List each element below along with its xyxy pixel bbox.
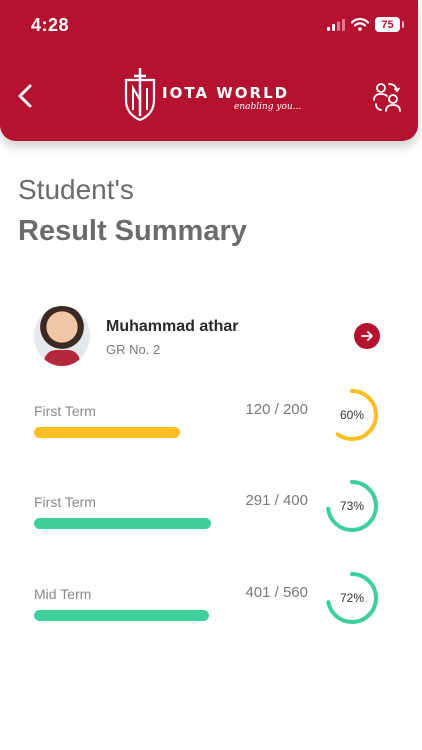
page-title-line2: Result Summary [18,215,247,247]
percent-ring: 60% [324,387,380,443]
student-card[interactable]: Muhammad athar GR No. 2 [34,306,384,368]
progress-bar [34,610,304,621]
result-row[interactable]: First Term 120 / 200 60% [34,389,384,467]
progress-bar [34,518,304,529]
brand-logo: IOTA WORLD enabling you... [122,66,301,122]
term-label: Mid Term [34,586,92,602]
open-student-button[interactable] [354,323,380,349]
battery-indicator: 75 [375,17,404,32]
switch-user-button[interactable] [372,80,402,112]
page-title-line1: Student's [18,174,134,205]
student-name: Muhammad athar [106,318,239,335]
percent-label: 72% [339,591,365,605]
progress-bar-fill [34,610,209,621]
result-row[interactable]: Mid Term 401 / 560 72% [34,572,384,650]
avatar-shirt [44,350,80,366]
percent-ring: 72% [324,570,380,626]
percent-label: 60% [339,408,365,422]
term-label: First Term [34,494,96,510]
avatar [34,306,90,366]
percent-ring: 73% [324,478,380,534]
status-icons: 75 [327,17,404,32]
sword-shield-logo-icon [124,68,156,122]
arrow-right-icon [361,331,373,341]
app-header: 4:28 75 IOTA WORLD enabling you... [0,0,418,141]
chevron-left-icon [18,84,32,108]
term-label: First Term [34,403,96,419]
logo-text: IOTA WORLD [162,84,290,102]
wifi-icon [351,18,369,31]
progress-bar-fill [34,518,212,529]
term-score: 120 / 200 [245,401,308,418]
progress-bar [34,427,304,438]
logo-tagline: enabling you... [234,102,302,112]
switch-user-icon [373,83,401,112]
term-score: 401 / 560 [245,584,308,601]
signal-icon [327,18,345,31]
progress-bar-fill [34,427,180,438]
percent-label: 73% [339,499,365,513]
student-gr-number: GR No. 2 [106,342,161,357]
result-row[interactable]: First Term 291 / 400 73% [34,480,384,558]
term-score: 291 / 400 [245,492,308,509]
back-button[interactable] [12,80,40,112]
status-time: 4:28 [31,15,70,35]
